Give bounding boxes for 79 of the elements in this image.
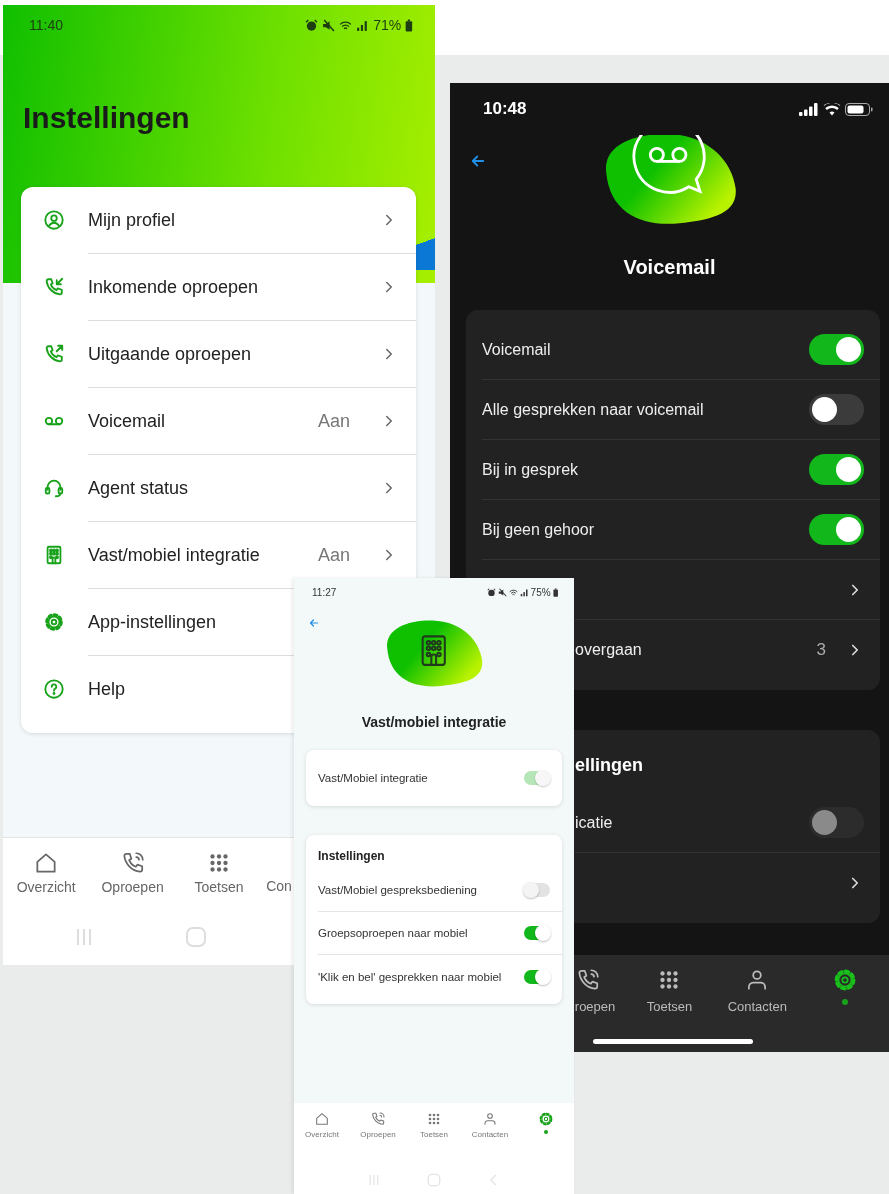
keypad-icon xyxy=(426,1111,442,1127)
home-button-icon[interactable] xyxy=(427,1173,441,1187)
battery-icon xyxy=(405,18,413,32)
signal-icon xyxy=(519,587,529,597)
toggle-switch[interactable] xyxy=(524,926,550,940)
person-circle-icon xyxy=(43,209,65,231)
mute-icon xyxy=(322,18,336,32)
incoming-call-icon xyxy=(43,276,65,298)
battery-icon xyxy=(845,102,873,116)
signal-icon xyxy=(799,102,819,116)
home-indicator[interactable] xyxy=(593,1039,753,1044)
nav-tab[interactable]: Overzicht xyxy=(294,1111,350,1166)
home-button-icon[interactable] xyxy=(185,926,207,948)
setting-label: Groepsoproepen naar mobiel xyxy=(318,927,469,939)
nav-tab[interactable]: Overzicht xyxy=(3,850,90,909)
selected-dot xyxy=(544,1130,548,1134)
wifi-icon xyxy=(508,587,518,597)
setting-label: Bij geen gehoor xyxy=(482,520,596,539)
wifi-icon xyxy=(339,18,353,32)
phone-icon xyxy=(370,1111,386,1127)
person-icon xyxy=(482,1111,498,1127)
setting-label: Voicemail xyxy=(482,340,552,359)
nav-tab[interactable]: Contacten xyxy=(713,967,802,1052)
nav-tab[interactable]: Oproepen xyxy=(350,1111,406,1166)
setting-label: Bij in gesprek xyxy=(482,460,580,479)
menu-item[interactable]: Uitgaande oproepen xyxy=(21,321,416,387)
screen-title: Voicemail xyxy=(622,255,717,280)
menu-item[interactable]: Vast/mobiel integratie Aan xyxy=(21,522,416,588)
alarm-icon xyxy=(486,587,496,597)
selected-dot xyxy=(842,999,849,1005)
menu-item[interactable]: Help xyxy=(21,656,289,722)
setting-value: 3 xyxy=(816,640,826,660)
status-time: 11:40 xyxy=(29,17,63,33)
nav-tab[interactable]: Con xyxy=(266,850,292,909)
page-title: Instellingen xyxy=(23,100,191,136)
nav-tab[interactable]: Toetsen xyxy=(175,850,263,909)
toggle-switch[interactable] xyxy=(524,969,550,984)
status-time: 10:48 xyxy=(483,99,527,119)
nav-tab[interactable]: Oproepen xyxy=(89,850,176,909)
nav-tab[interactable]: Toetsen xyxy=(625,967,714,1052)
toggle-switch[interactable] xyxy=(809,514,864,545)
battery-percentage: 71% xyxy=(373,17,402,33)
gear-icon xyxy=(538,1111,554,1127)
setting-label: Vast/Mobiel gespreksbediening xyxy=(318,884,478,896)
setting-label: icatie xyxy=(575,813,614,832)
menu-item[interactable]: Inkomende oproepen xyxy=(21,254,416,320)
wifi-icon xyxy=(823,102,841,116)
nav-tab[interactable]: Toetsen xyxy=(406,1111,462,1166)
status-time: 11:27 xyxy=(312,586,337,598)
status-value: Aan xyxy=(317,410,350,432)
setting-label: 'Klik en bel' gesprekken naar mobiel xyxy=(318,970,503,983)
nav-tab[interactable]: roepen xyxy=(574,967,626,1052)
battery-icon xyxy=(552,587,558,597)
help-icon xyxy=(43,678,65,700)
menu-item[interactable]: overgaan 3 xyxy=(575,620,880,680)
menu-item[interactable]: App-instellingen xyxy=(21,589,289,655)
battery-percentage: 75% xyxy=(530,586,551,598)
setting-label: Vast/Mobiel integratie xyxy=(318,772,429,784)
home-icon xyxy=(314,1111,330,1127)
section-heading: Instellingen xyxy=(317,849,386,863)
back-arrow-icon xyxy=(308,617,320,629)
section-heading: ellingen xyxy=(575,754,643,777)
setting-label: Alle gesprekken naar voicemail xyxy=(482,400,705,419)
signal-icon xyxy=(356,18,370,32)
toggle-switch[interactable] xyxy=(809,394,864,425)
headset-icon xyxy=(43,477,65,499)
outgoing-call-icon xyxy=(43,343,65,365)
gear-icon xyxy=(43,611,65,633)
mute-icon xyxy=(497,587,507,597)
menu-item[interactable]: Mijn profiel xyxy=(21,187,416,253)
status-value: Aan xyxy=(317,544,350,566)
toggle-switch[interactable] xyxy=(524,883,550,897)
toggle-switch[interactable] xyxy=(809,454,864,485)
toggle-switch[interactable] xyxy=(809,334,864,365)
alarm-icon xyxy=(305,18,319,32)
menu-item[interactable]: Voicemail Aan xyxy=(21,388,416,454)
menu-item[interactable]: Agent status xyxy=(21,455,416,521)
screen-title: Vast/mobiel integratie xyxy=(360,713,508,731)
nav-tab[interactable]: Contacten xyxy=(462,1111,518,1166)
